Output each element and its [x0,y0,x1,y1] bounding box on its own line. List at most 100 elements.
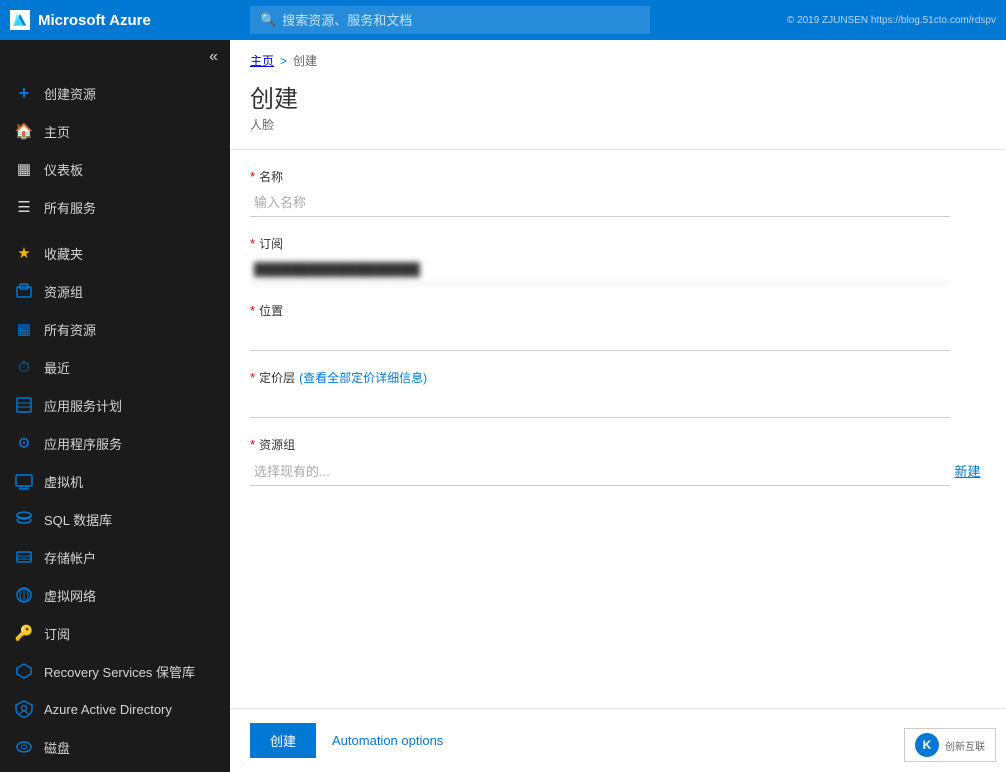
page-subtitle: 人脸 [250,116,986,133]
pricing-field: * 定价层 (查看全部定价详细信息) [250,369,986,418]
required-star: * [250,236,255,251]
topbar: Microsoft Azure 🔍 © 2019 ZJUNSEN https:/… [0,0,1006,40]
sidebar-item-label: 所有资源 [44,320,96,339]
sidebar-item-label: 创建资源 [44,84,96,103]
breadcrumb: 主页 > 创建 [230,40,1006,75]
sidebar-item-all-resources[interactable]: ▦ 所有资源 [0,310,230,348]
sidebar-collapse-btn[interactable]: « [0,40,230,74]
app-service-plan-icon [14,395,34,415]
pricing-label: * 定价层 (查看全部定价详细信息) [250,369,986,386]
app-services-icon: ⚙ [14,433,34,453]
sidebar-item-label: 虚拟网络 [44,586,96,605]
sidebar-item-label: 应用服务计划 [44,396,122,415]
create-button[interactable]: 创建 [250,723,316,758]
plus-icon: + [14,83,34,103]
breadcrumb-current: 创建 [293,52,317,69]
brand: Microsoft Azure [10,10,240,30]
home-icon: 🏠 [14,121,34,141]
breadcrumb-home[interactable]: 主页 [250,52,274,69]
sidebar-item-label: 所有服务 [44,198,96,217]
all-resources-icon: ▦ [14,319,34,339]
star-icon: ★ [14,243,34,263]
sql-icon [14,509,34,529]
sidebar-item-label: 资源组 [44,282,83,301]
sidebar-item-storage-accounts[interactable]: 存储帐户 [0,538,230,576]
watermark-icon: K [915,733,939,757]
automation-options-button[interactable]: Automation options [332,733,443,748]
location-input[interactable] [250,323,950,351]
required-star: * [250,370,255,385]
sidebar-item-subscriptions[interactable]: 🔑 订阅 [0,614,230,652]
sidebar-item-app-services[interactable]: ⚙ 应用程序服务 [0,424,230,462]
vm-icon [14,471,34,491]
sidebar-item-sql-databases[interactable]: SQL 数据库 [0,500,230,538]
vnet-icon [14,585,34,605]
name-input[interactable] [250,189,950,217]
sidebar-item-virtual-machines[interactable]: 虚拟机 [0,462,230,500]
bottom-bar: 创建 Automation options [230,708,1006,772]
page-title-area: 创建 人脸 [230,75,1006,149]
sidebar-item-favorites[interactable]: ★ 收藏夹 [0,234,230,272]
sidebar-item-label: 收藏夹 [44,244,83,263]
location-field: * 位置 [250,302,986,351]
sidebar: « + 创建资源 🏠 主页 ▦ 仪表板 ☰ 所有服务 ★ 收藏夹 [0,40,230,772]
sidebar-item-label: 存储帐户 [44,548,96,567]
list-icon: ☰ [14,197,34,217]
sidebar-item-create-resource[interactable]: + 创建资源 [0,74,230,112]
breadcrumb-separator: > [280,54,287,68]
sidebar-item-recent[interactable]: ⏱ 最近 [0,348,230,386]
sidebar-item-home[interactable]: 🏠 主页 [0,112,230,150]
sidebar-item-label: 订阅 [44,624,70,643]
resource-group-field: * 资源组 新建 [250,436,986,486]
sidebar-item-all-services[interactable]: ☰ 所有服务 [0,188,230,226]
required-star: * [250,169,255,184]
recent-icon: ⏱ [14,357,34,377]
new-resource-group-link[interactable]: 新建 [954,461,980,480]
key-icon: 🔑 [14,623,34,643]
subscription-input[interactable] [250,256,950,284]
required-star: * [250,437,255,452]
pricing-link[interactable]: (查看全部定价详细信息) [299,369,427,386]
watermark: K 创新互联 [904,728,996,762]
name-label: * 名称 [250,168,986,185]
sidebar-item-resource-groups[interactable]: 资源组 [0,272,230,310]
brand-label: Microsoft Azure [38,12,151,29]
storage-icon [14,547,34,567]
sidebar-item-recovery-services[interactable]: Recovery Services 保管库 [0,652,230,690]
sidebar-item-label: 仪表板 [44,160,83,179]
form-area: * 名称 * 订阅 * 位置 [230,149,1006,708]
main-content: 主页 > 创建 创建 人脸 * 名称 * 订阅 [230,40,1006,772]
subscription-field: * 订阅 [250,235,986,284]
copyright-text: © 2019 ZJUNSEN https://blog.51cto.com/rd… [787,15,996,26]
location-label: * 位置 [250,302,986,319]
sidebar-item-label: 虚拟机 [44,472,83,491]
name-field: * 名称 [250,168,986,217]
sidebar-item-virtual-networks[interactable]: 虚拟网络 [0,576,230,614]
sidebar-item-label: 磁盘 [44,738,70,757]
subscription-label: * 订阅 [250,235,986,252]
sidebar-item-label: 主页 [44,122,70,141]
recovery-icon [14,661,34,681]
page-title: 创建 [250,79,986,114]
sidebar-item-app-service-plan[interactable]: 应用服务计划 [0,386,230,424]
sidebar-item-label: SQL 数据库 [44,510,112,529]
required-star: * [250,303,255,318]
resource-groups-icon [14,281,34,301]
resource-group-label: * 资源组 [250,436,986,453]
sidebar-item-label: Recovery Services 保管库 [44,662,195,681]
dashboard-icon: ▦ [14,159,34,179]
search-box[interactable]: 🔍 [250,6,650,34]
resource-group-input[interactable] [250,458,950,486]
sidebar-item-snapshots[interactable]: 快照 [0,766,230,772]
search-input[interactable] [282,13,640,28]
search-icon: 🔍 [260,12,276,28]
disks-icon [14,737,34,757]
pricing-input[interactable] [250,390,950,418]
sidebar-item-label: 应用程序服务 [44,434,122,453]
sidebar-item-azure-active-directory[interactable]: Azure Active Directory [0,690,230,728]
azure-logo [10,10,30,30]
sidebar-item-disks[interactable]: 磁盘 [0,728,230,766]
sidebar-item-dashboard[interactable]: ▦ 仪表板 [0,150,230,188]
sidebar-item-label: Azure Active Directory [44,702,172,717]
aad-icon [14,699,34,719]
